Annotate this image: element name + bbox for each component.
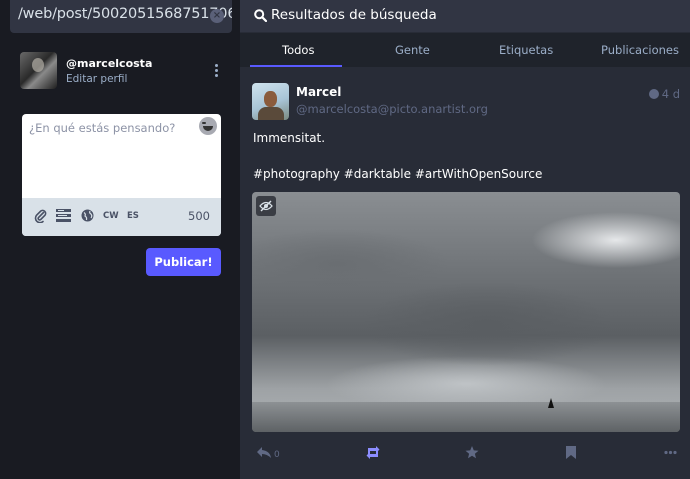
emoji-picker-icon[interactable] bbox=[199, 117, 217, 135]
active-tab-indicator bbox=[250, 65, 342, 67]
attachment-icon[interactable] bbox=[34, 209, 48, 224]
status-content: Immensitat. #photography #darktable #art… bbox=[253, 129, 542, 201]
search-tabs: Todos Gente Etiquetas Publicaciones bbox=[240, 33, 690, 67]
status-card[interactable]: Marcel @marcelcosta@picto.anartist.org 4… bbox=[240, 68, 690, 479]
content-warning-button[interactable]: CW bbox=[103, 211, 119, 221]
account-panel: @marcelcosta Editar perfil bbox=[20, 52, 225, 92]
relative-time: 4 d bbox=[661, 87, 680, 101]
tab-todos[interactable]: Todos bbox=[282, 43, 314, 57]
search-results-column: Resultados de búsqueda Todos Gente Etiqu… bbox=[240, 0, 690, 479]
search-icon bbox=[254, 9, 267, 22]
account-handle[interactable]: @marcelcosta@picto.anartist.org bbox=[296, 102, 488, 116]
more-menu-icon[interactable] bbox=[215, 64, 219, 78]
reply-icon[interactable] bbox=[256, 446, 272, 462]
compose-toolbar: CW ES 500 bbox=[22, 198, 221, 236]
tab-etiquetas[interactable]: Etiquetas bbox=[499, 43, 553, 57]
media-attachment[interactable] bbox=[252, 192, 680, 432]
sea-horizon bbox=[252, 402, 680, 432]
reply-count: 0 bbox=[274, 450, 280, 460]
compose-form: ¿En qué estás pensando? CW ES 500 bbox=[22, 114, 221, 236]
eye-slash-icon bbox=[259, 200, 273, 212]
poll-icon[interactable] bbox=[56, 209, 71, 223]
boost-icon[interactable] bbox=[365, 446, 381, 462]
search-input-value: /web/post/500205156875170649 bbox=[18, 6, 232, 22]
tab-publicaciones[interactable]: Publicaciones bbox=[601, 43, 679, 57]
close-icon[interactable]: × bbox=[210, 9, 224, 23]
globe-icon[interactable] bbox=[80, 209, 94, 223]
hide-media-button[interactable] bbox=[256, 196, 276, 216]
avatar[interactable] bbox=[20, 52, 57, 89]
more-options-icon[interactable] bbox=[664, 446, 677, 462]
tab-gente[interactable]: Gente bbox=[395, 43, 430, 57]
edit-profile-link[interactable]: Editar perfil bbox=[66, 73, 127, 85]
status-hashtags[interactable]: #photography #darktable #artWithOpenSour… bbox=[253, 165, 542, 183]
language-button[interactable]: ES bbox=[127, 211, 139, 221]
search-input[interactable]: /web/post/500205156875170649 × bbox=[10, 0, 232, 33]
page-title: Resultados de búsqueda bbox=[271, 7, 437, 23]
avatar[interactable] bbox=[252, 83, 289, 120]
account-handle[interactable]: @marcelcosta bbox=[66, 57, 152, 70]
column-header: Resultados de búsqueda bbox=[240, 0, 690, 32]
status-text: Immensitat. bbox=[253, 131, 326, 145]
status-timestamp[interactable]: 4 d bbox=[648, 87, 680, 101]
sailboat bbox=[548, 398, 554, 408]
globe-icon bbox=[648, 89, 659, 99]
display-name[interactable]: Marcel bbox=[296, 85, 341, 99]
bookmark-icon[interactable] bbox=[566, 446, 576, 462]
character-counter: 500 bbox=[188, 209, 210, 223]
status-action-bar: 0 bbox=[240, 442, 690, 466]
left-column: /web/post/500205156875170649 × @marcelco… bbox=[0, 0, 240, 479]
compose-textarea[interactable]: ¿En qué estás pensando? bbox=[29, 121, 175, 135]
publish-button[interactable]: Publicar! bbox=[146, 248, 221, 276]
star-icon[interactable] bbox=[465, 446, 479, 462]
